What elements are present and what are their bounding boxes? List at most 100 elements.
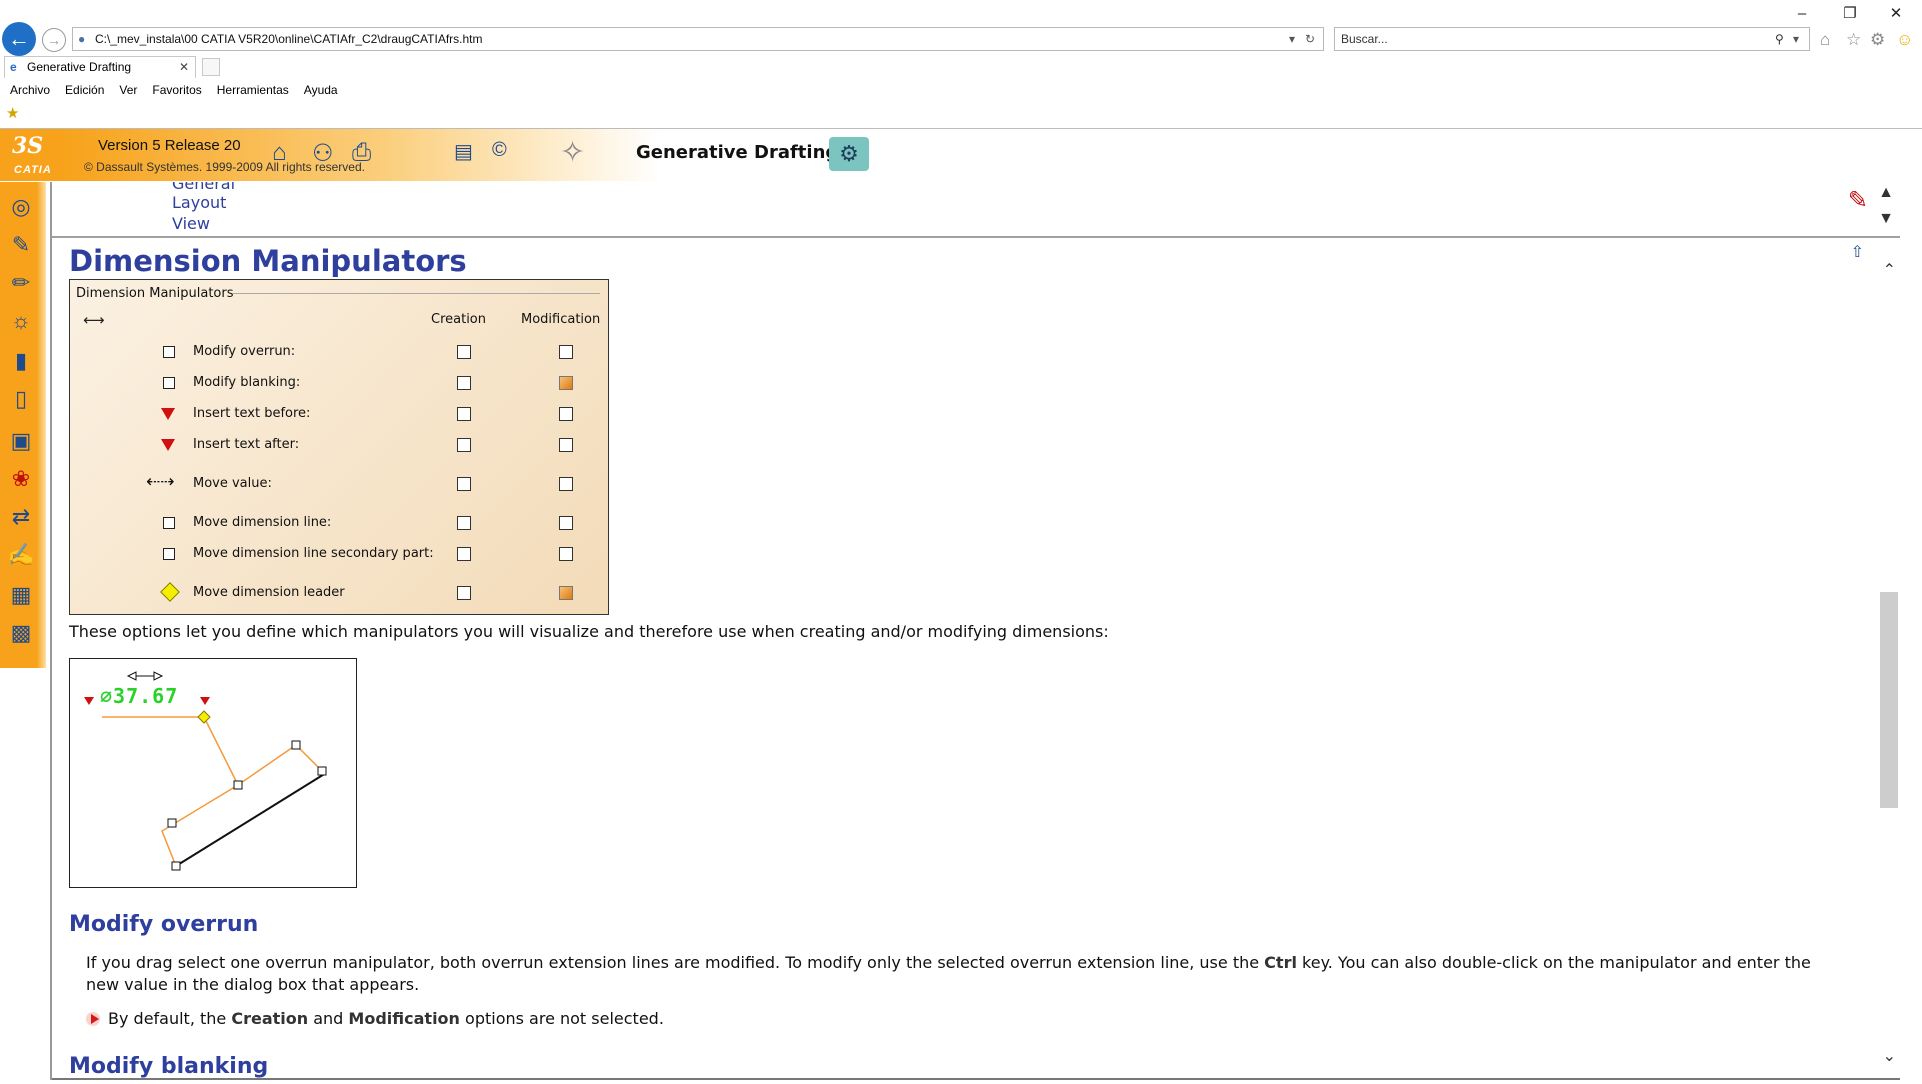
option-label: Insert text after: (193, 437, 300, 452)
bottom-border (52, 1078, 1900, 1080)
tab-title: Generative Drafting (27, 60, 132, 74)
note-text-1: By default, the (108, 1009, 232, 1028)
refresh-icon[interactable]: ↻ (1305, 28, 1315, 50)
option-row: Move dimension line secondary part: (70, 544, 610, 564)
dimension-manipulators-panel: Dimension Manipulators ⟷ Creation Modifi… (69, 279, 609, 615)
leader-line (203, 716, 323, 787)
blanking-handle (317, 766, 327, 776)
related-doc-icon[interactable]: ✎ (1848, 186, 1868, 215)
measured-line (175, 772, 327, 867)
toc-link-general[interactable]: General (172, 182, 235, 193)
copyright-icon[interactable]: © (492, 139, 507, 162)
navigation-compass-icon[interactable]: ✧ (560, 135, 585, 170)
modification-checkbox[interactable] (559, 407, 573, 421)
ruler-icon[interactable]: ▮ (6, 344, 36, 378)
creation-checkbox[interactable] (457, 477, 471, 491)
option-label: Move dimension line: (193, 515, 332, 530)
modification-checkbox[interactable] (559, 345, 573, 359)
print-icon[interactable]: ⎙ (352, 139, 371, 167)
move-value-arrows (126, 671, 164, 681)
address-text: C:\_mev_instala\00 CATIA V5R20\online\CA… (95, 32, 483, 46)
toc-link-layout[interactable]: Layout (172, 193, 226, 212)
contents-icon[interactable]: ▤ (454, 139, 473, 164)
tab-generative-drafting[interactable]: e Generative Drafting ✕ (4, 56, 196, 78)
arrows-manipulator-icon: ⇠⇢ (146, 472, 175, 492)
forward-arrow-icon[interactable]: → (42, 28, 66, 52)
close-tab-icon[interactable]: ✕ (179, 57, 189, 77)
option-label: Modify overrun: (193, 344, 296, 359)
back-arrow-icon[interactable]: ← (2, 22, 36, 56)
menu-ayuda[interactable]: Ayuda (304, 80, 338, 100)
home-icon[interactable]: ⌂ (1820, 30, 1830, 50)
new-tab-button[interactable] (202, 58, 220, 76)
menu-herramientas[interactable]: Herramientas (217, 80, 289, 100)
creation-checkbox[interactable] (457, 438, 471, 452)
option-row: Move dimension line: (70, 513, 610, 533)
modification-checkbox[interactable] (559, 376, 573, 390)
sketch-icon[interactable]: ✎ (6, 228, 36, 262)
sheet-icon[interactable]: ▣ (6, 424, 36, 458)
scroll-down-arrow[interactable]: ⌄ (1883, 1046, 1896, 1066)
square-manipulator-icon (163, 548, 175, 560)
secondary-part-handle (167, 818, 177, 828)
ds-logo-mark: 3S (12, 133, 44, 159)
index-icon[interactable]: ▩ (6, 616, 36, 650)
sun-settings-icon[interactable]: ☼ (6, 304, 36, 338)
extension-handle (171, 861, 181, 871)
option-label: Modify blanking: (193, 375, 301, 390)
ruler-marked-icon[interactable]: ▯ (6, 382, 36, 416)
menu-ver[interactable]: Ver (119, 80, 137, 100)
scroll-up-arrow[interactable]: ⌃ (1883, 260, 1896, 280)
search-icon[interactable]: ⚲ (1775, 28, 1784, 50)
palette-icon[interactable]: ❀ (6, 462, 36, 496)
scrollbar-thumb[interactable] (1880, 592, 1898, 808)
square-manipulator-icon (163, 517, 175, 529)
diamond-manipulator-icon (160, 582, 180, 602)
dimension-value: ∅37.67 (100, 684, 179, 708)
page-title: Dimension Manipulators (69, 244, 467, 278)
search-binoculars-icon[interactable]: ⚇ (312, 139, 334, 168)
feedback-smiley-icon[interactable]: ☺ (1896, 30, 1913, 50)
modification-checkbox[interactable] (559, 516, 573, 530)
creation-checkbox[interactable] (457, 376, 471, 390)
menu-archivo[interactable]: Archivo (10, 80, 50, 100)
add-favorites-icon[interactable]: ★ (6, 104, 19, 122)
creation-checkbox[interactable] (457, 586, 471, 600)
modification-checkbox[interactable] (559, 586, 573, 600)
modification-checkbox[interactable] (559, 547, 573, 561)
note-creation-label: Creation (231, 1009, 309, 1028)
insert-before-marker (84, 697, 94, 705)
table-icon[interactable]: ▦ (6, 578, 36, 612)
pencil-icon[interactable]: ✏ (6, 266, 36, 300)
modification-checkbox[interactable] (559, 477, 573, 491)
edit-note-icon[interactable]: ✍ (6, 538, 36, 572)
option-label: Insert text before: (193, 406, 311, 421)
creation-checkbox[interactable] (457, 345, 471, 359)
search-box[interactable]: Buscar... ⚲ ▾ (1334, 27, 1810, 51)
description-text: These options let you define which manip… (69, 622, 1109, 641)
menu-favoritos[interactable]: Favoritos (152, 80, 201, 100)
globe-icon[interactable]: ◎ (6, 190, 36, 224)
main-scrollbar[interactable]: ⌃ ⌄ (1878, 240, 1900, 1080)
toc-link-view[interactable]: View (172, 214, 210, 233)
convert-icon[interactable]: ⇄ (6, 500, 36, 534)
gear-icon[interactable]: ⚙ (1870, 30, 1885, 50)
creation-checkbox[interactable] (457, 407, 471, 421)
modification-checkbox[interactable] (559, 438, 573, 452)
back-to-top-icon[interactable]: ⇧ (1851, 242, 1864, 262)
search-dropdown-icon[interactable]: ▾ (1793, 28, 1799, 50)
scroll-down-arrow[interactable]: ▼ (1878, 210, 1894, 228)
section-heading-modify-overrun: Modify overrun (69, 912, 259, 937)
overrun-handle (291, 740, 301, 750)
option-row: Modify blanking: (70, 373, 610, 393)
home-icon[interactable]: ⌂ (272, 139, 287, 167)
scroll-up-arrow[interactable]: ▲ (1878, 184, 1894, 202)
dropdown-icon[interactable]: ▾ (1289, 28, 1295, 50)
star-icon[interactable]: ☆ (1846, 30, 1861, 50)
creation-checkbox[interactable] (457, 547, 471, 561)
address-bar[interactable]: ● C:\_mev_instala\00 CATIA V5R20\online\… (72, 27, 1324, 51)
option-row: Insert text after: (70, 435, 610, 455)
option-label: Move dimension line secondary part: (193, 546, 434, 561)
menu-edicion[interactable]: Edición (65, 80, 104, 100)
creation-checkbox[interactable] (457, 516, 471, 530)
